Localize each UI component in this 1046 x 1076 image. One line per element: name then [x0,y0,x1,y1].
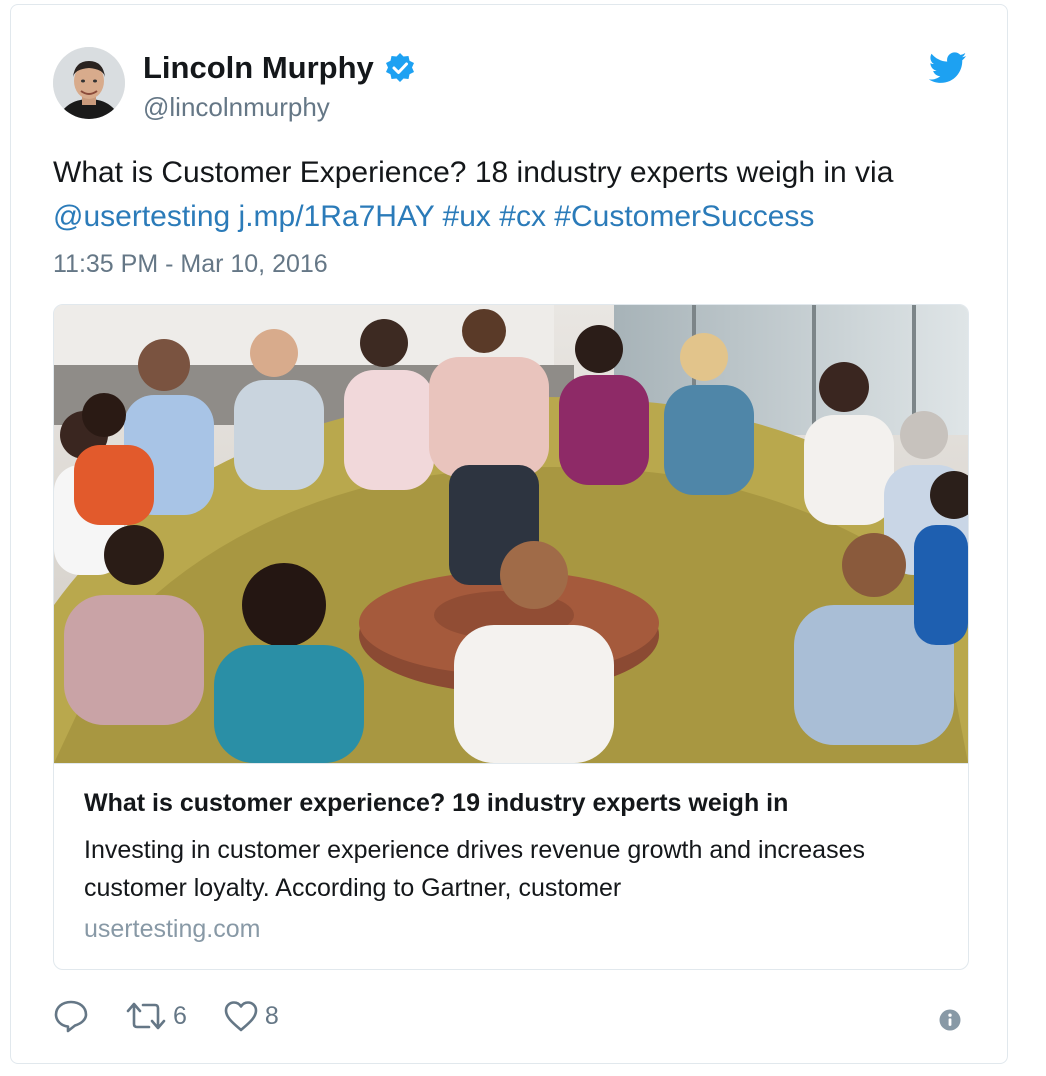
author-name-row[interactable]: Lincoln Murphy [143,49,416,87]
card-image[interactable] [54,305,968,764]
verified-badge-icon [385,53,414,82]
retweet-icon [126,1002,166,1030]
tweet-card: Lincoln Murphy @lincolnmurphy What is Cu… [10,4,1008,1064]
group-meeting-photo-icon [54,305,968,763]
heart-icon [224,1001,258,1032]
user-avatar-icon [53,47,125,119]
author-handle[interactable]: @lincolnmurphy [143,91,330,123]
hashtag-link[interactable]: #cx [499,200,546,233]
card-title[interactable]: What is customer experience? 19 industry… [84,787,788,819]
card-description: Investing in customer experience drives … [84,836,865,902]
tweet-timestamp[interactable]: 11:35 PM - Mar 10, 2016 [53,249,328,279]
hashtag-link[interactable]: #ux [443,200,491,233]
card-domain[interactable]: usertesting.com [84,913,260,945]
mention-link[interactable]: @usertesting [53,200,230,233]
hashtag-link[interactable]: #CustomerSuccess [554,200,814,233]
url-link[interactable]: j.mp/1Ra7HAY [239,200,435,233]
retweet-count: 6 [173,1001,187,1030]
twitter-bird-icon[interactable] [929,51,967,85]
like-button[interactable]: 8 [223,999,279,1033]
reply-button[interactable] [53,999,89,1033]
retweet-button[interactable]: 6 [125,999,187,1033]
avatar[interactable] [53,47,125,119]
tweet-text-body: What is Customer Experience? 18 industry… [53,156,894,189]
link-preview-card[interactable]: What is customer experience? 19 industry… [53,304,969,970]
info-icon[interactable] [939,1009,961,1031]
tweet-actions: 6 8 [53,999,315,1033]
author-display-name[interactable]: Lincoln Murphy [143,49,374,87]
reply-icon [54,1000,88,1033]
tweet-text: What is Customer Experience? 18 industry… [53,151,973,239]
like-count: 8 [264,1001,279,1030]
